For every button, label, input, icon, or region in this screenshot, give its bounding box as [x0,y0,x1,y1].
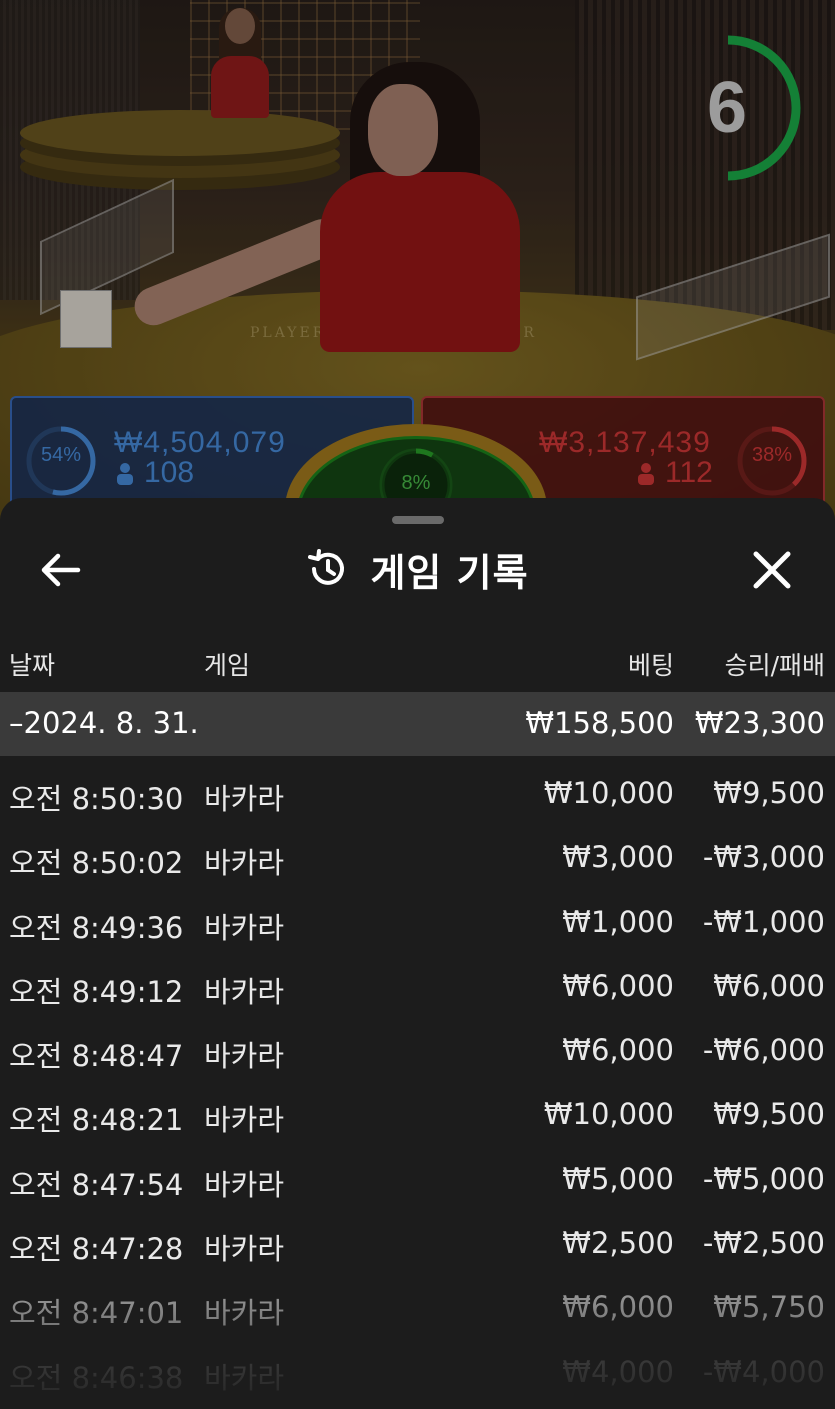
table-row[interactable]: 오전 8:48:47 바카라 ₩6,000 -₩6,000 [0,1017,835,1081]
table-row[interactable]: 오전 8:46:38 바카라 ₩4,000 -₩4,000 [0,1339,835,1403]
row-time: 오전 8:47:28 [9,1232,184,1267]
row-time: 오전 8:48:21 [9,1103,184,1138]
row-time: 오전 8:47:54 [9,1167,184,1202]
row-bet: ₩10,000 [543,1097,674,1132]
history-clock-icon [308,549,345,585]
row-time: 오전 8:49:36 [9,910,184,945]
row-game: 바카라 [204,1167,285,1202]
row-bet: ₩4,000 [562,1354,674,1389]
row-result: ₩6,000 [713,968,825,1003]
column-header-bet[interactable]: 베팅 [628,646,674,682]
row-game: 바카라 [204,1296,285,1331]
sheet-header: 게임 기록 [0,524,835,614]
back-button[interactable] [34,548,90,592]
sheet-drag-handle[interactable] [392,516,444,524]
row-game: 바카라 [204,974,285,1009]
row-bet: ₩5,000 [562,1161,674,1196]
date-group-win-total: ₩23,300 [694,706,825,740]
table-row[interactable]: 오전 8:50:02 바카라 ₩3,000 -₩3,000 [0,824,835,888]
table-row[interactable]: 오전 8:49:36 바카라 ₩1,000 -₩1,000 [0,889,835,953]
table-row[interactable]: 오전 8:50:30 바카라 ₩10,000 ₩9,500 [0,760,835,824]
row-result: ₩9,500 [713,776,825,810]
row-bet: ₩6,000 [562,1290,674,1325]
game-history-sheet: 게임 기록 날짜 게임 베팅 승리/패배 –2024. 8. 31. ₩158,… [0,498,835,1409]
row-game: 바카라 [204,1232,285,1267]
row-result: -₩5,000 [702,1161,825,1196]
video-dim-overlay [0,0,835,540]
date-group-row[interactable]: –2024. 8. 31. ₩158,500 ₩23,300 [0,692,835,756]
row-game: 바카라 [204,1039,285,1074]
row-result: ₩5,750 [713,1290,825,1325]
row-time: 오전 8:48:47 [9,1039,184,1074]
column-header-date[interactable]: 날짜 [9,646,55,682]
table-row[interactable]: 오전 8:47:28 바카라 ₩2,500 -₩2,500 [0,1210,835,1274]
column-header-game[interactable]: 게임 [204,646,250,682]
column-header-win-loss[interactable]: 승리/패배 [725,646,825,682]
row-bet: ₩1,000 [562,904,674,939]
row-bet: ₩2,500 [562,1226,674,1261]
row-game: 바카라 [204,782,285,816]
table-row[interactable]: 오전 8:47:01 바카라 ₩6,000 ₩5,750 [0,1274,835,1338]
table-row[interactable]: 오전 8:47:54 바카라 ₩5,000 -₩5,000 [0,1146,835,1210]
close-icon [753,551,791,589]
table-header: 날짜 게임 베팅 승리/패배 [0,628,835,694]
row-result: -₩3,000 [702,840,825,875]
row-game: 바카라 [204,1103,285,1138]
row-result: -₩6,000 [702,1033,825,1068]
sheet-title: 게임 기록 [370,550,529,595]
row-result: -₩4,000 [702,1354,825,1389]
date-group-label: –2024. 8. 31. [9,706,199,740]
row-game: 바카라 [204,1360,285,1395]
close-button[interactable] [744,546,800,594]
row-bet: ₩3,000 [562,840,674,875]
table-row[interactable]: 오전 8:49:12 바카라 ₩6,000 ₩6,000 [0,953,835,1017]
row-time: 오전 8:50:02 [9,846,184,881]
live-video-stream: PLAYER BANKER 6 54% ₩4,504,079 108 ₩3,13… [0,0,835,540]
title-group: 게임 기록 [0,524,835,614]
row-bet: ₩6,000 [562,968,674,1003]
row-time: 오전 8:50:30 [9,782,184,816]
row-time: 오전 8:46:38 [9,1360,184,1395]
row-bet: ₩6,000 [562,1033,674,1068]
row-result: ₩9,500 [713,1097,825,1132]
row-result: -₩2,500 [702,1226,825,1261]
row-time: 오전 8:49:12 [9,974,184,1009]
row-time: 오전 8:47:01 [9,1296,184,1331]
table-row[interactable]: 오전 8:48:21 바카라 ₩10,000 ₩9,500 [0,1081,835,1145]
row-game: 바카라 [204,846,285,881]
date-group-bet-total: ₩158,500 [525,706,674,740]
row-result: -₩1,000 [702,904,825,939]
row-game: 바카라 [204,910,285,945]
row-bet: ₩10,000 [543,776,674,810]
back-arrow-icon [41,553,81,587]
history-rows: 오전 8:50:30 바카라 ₩10,000 ₩9,500 오전 8:50:02… [0,760,835,1403]
